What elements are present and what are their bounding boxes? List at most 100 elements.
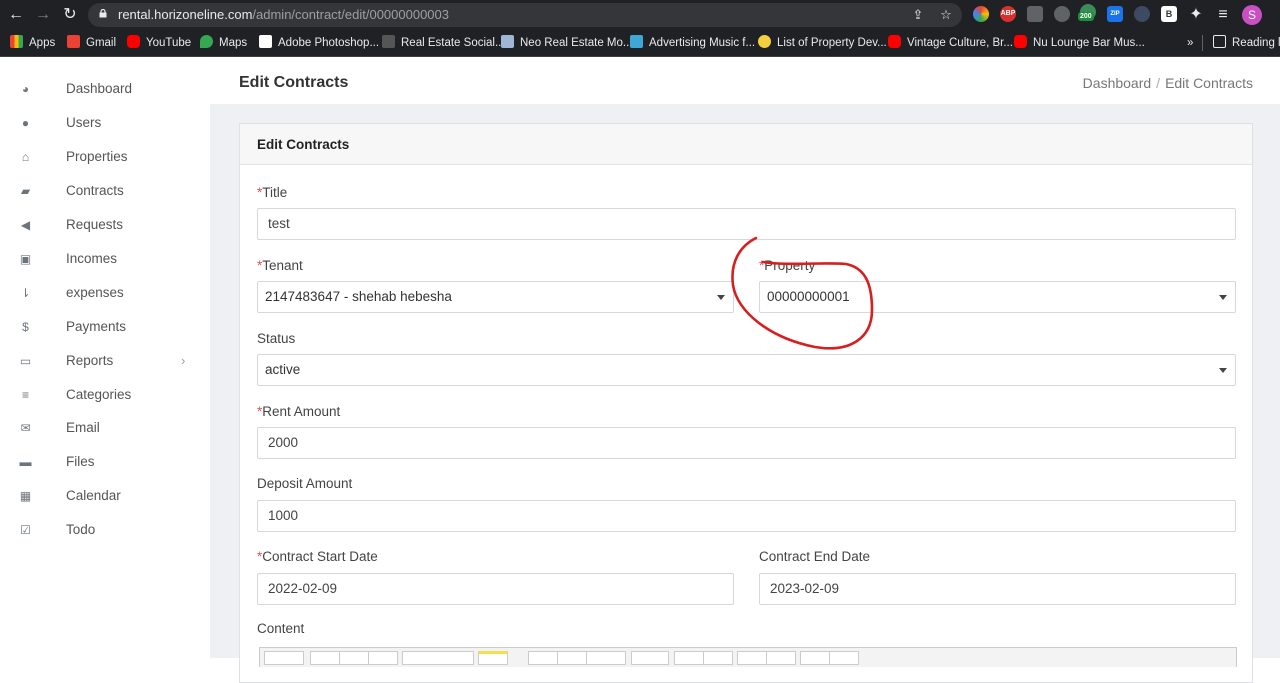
sidebar-item-todo[interactable]: ☑ Todo [0, 517, 210, 545]
book-icon: ▰ [20, 184, 31, 198]
sidebar-item-label: Categories [66, 387, 132, 402]
editor-button[interactable] [800, 651, 830, 665]
breadcrumb-dashboard-link[interactable]: Dashboard [1083, 75, 1152, 91]
reload-icon[interactable]: ↻ [60, 5, 80, 25]
folder-icon: ▬ [19, 455, 32, 469]
bookmark-vintage-culture[interactable]: Vintage Culture, Br... [888, 35, 1013, 51]
adblock-icon[interactable]: ABP [1000, 6, 1016, 22]
sort-list-icon: ⇂ [20, 286, 31, 300]
money-icon: ▣ [19, 252, 32, 266]
sidebar-item-label: Users [66, 115, 102, 130]
back-arrow-icon[interactable]: ← [6, 5, 26, 25]
bookmark-photoshop[interactable]: Adobe Photoshop... [259, 35, 379, 51]
property-label: *Property [759, 258, 815, 273]
caret-down-icon [1219, 368, 1227, 373]
sidebar-item-incomes[interactable]: ▣ Incomes [0, 246, 210, 274]
status-selected-value: active [265, 362, 301, 377]
page-header: Edit Contracts Dashboard / Edit Contracts [210, 57, 1280, 104]
sidebar-item-label: Payments [66, 319, 127, 334]
sidebar-item-users[interactable]: ● Users [0, 110, 210, 138]
breadcrumb-separator: / [1156, 75, 1161, 91]
editor-button[interactable] [528, 651, 558, 665]
editor-button[interactable] [703, 651, 733, 665]
editor-button[interactable] [737, 651, 767, 665]
lock-icon [99, 9, 107, 18]
zip-extension-icon[interactable]: ZIP [1107, 6, 1123, 22]
youtube-icon [127, 35, 140, 48]
address-bar[interactable]: rental.horizoneline.com/admin/contract/e… [88, 3, 962, 27]
deposit-amount-input[interactable]: 1000 [257, 500, 1236, 532]
sidebar-item-requests[interactable]: ◀ Requests [0, 212, 210, 240]
social-icon [382, 35, 395, 48]
sidebar-item-dashboard[interactable]: ◕ Dashboard [0, 76, 210, 104]
tenant-select[interactable]: 2147483647 - shehab hebesha [257, 281, 734, 313]
palette-icon: ◕ [21, 82, 30, 96]
profile-avatar[interactable]: S [1242, 5, 1262, 25]
cursor-extension-icon[interactable] [1134, 6, 1150, 22]
start-date-input[interactable]: 2022-02-09 [257, 573, 734, 605]
bookmark-nu-lounge[interactable]: Nu Lounge Bar Mus... [1014, 35, 1145, 51]
megaphone-icon: ◀ [20, 218, 31, 232]
sidebar-item-files[interactable]: ▬ Files [0, 449, 210, 477]
bookmarks-bar: Apps Gmail YouTube Maps Adobe Photoshop.… [0, 30, 1280, 57]
bookmark-apps[interactable]: Apps [10, 35, 55, 51]
forward-arrow-icon[interactable]: → [33, 5, 53, 25]
share-icon[interactable]: ⇪ [911, 8, 925, 22]
bookmark-property-dev[interactable]: List of Property Dev... [758, 35, 887, 51]
status-label: Status [257, 331, 296, 346]
main-content: Edit Contracts Dashboard / Edit Contracts … [210, 57, 1280, 683]
rent-amount-input[interactable]: 2000 [257, 427, 1236, 459]
sidebar-item-contracts[interactable]: ▰ Contracts [0, 178, 210, 206]
document-extension-icon[interactable] [1027, 6, 1043, 22]
bookmark-star-icon[interactable]: ☆ [939, 8, 953, 22]
editor-button[interactable] [829, 651, 859, 665]
bookmark-gmail[interactable]: Gmail [67, 35, 116, 51]
puzzle-extensions-icon[interactable]: ✦ [1186, 5, 1206, 25]
bookmark-neo-real-estate[interactable]: Neo Real Estate Mo... [501, 35, 633, 51]
status-select[interactable]: active [257, 354, 1236, 386]
sidebar-item-categories[interactable]: ≡ Categories [0, 382, 210, 410]
envelope-icon: ✉ [20, 421, 31, 435]
property-selected-value: 00000000001 [767, 289, 850, 304]
highlight-color-button[interactable] [478, 651, 508, 665]
sidebar-item-label: Todo [66, 522, 96, 537]
title-input[interactable]: test [257, 208, 1236, 240]
card-title: Edit Contracts [257, 137, 350, 152]
camera-icon[interactable] [1054, 6, 1070, 22]
sidebar-item-properties[interactable]: ⌂ Properties [0, 144, 210, 172]
bookmark-youtube[interactable]: YouTube [127, 35, 191, 51]
sidebar-item-reports[interactable]: ▭ Reports › [0, 348, 210, 376]
media-queue-icon[interactable]: ≡ [1213, 5, 1233, 25]
bookmark-maps[interactable]: Maps [200, 35, 247, 51]
page-title: Edit Contracts [239, 74, 349, 91]
sidebar-item-expenses[interactable]: ⇂ expenses [0, 280, 210, 308]
editor-font-dropdown[interactable] [402, 651, 474, 665]
reading-list[interactable]: Reading lis [1202, 35, 1280, 51]
caret-down-icon [717, 295, 725, 300]
bookmarks-more-chevron[interactable]: » [1187, 35, 1193, 51]
color-extension-icon[interactable] [973, 6, 989, 22]
bookmark-real-estate-social[interactable]: Real Estate Social... [382, 35, 505, 51]
caret-down-icon [1219, 295, 1227, 300]
sidebar-item-label: Properties [66, 149, 128, 164]
bookmark-advertising-music[interactable]: Advertising Music f... [630, 35, 755, 51]
rent-amount-label: *Rent Amount [257, 404, 340, 419]
editor-button[interactable] [264, 651, 304, 665]
editor-button[interactable] [368, 651, 398, 665]
end-date-input[interactable]: 2023-02-09 [759, 573, 1236, 605]
editor-button[interactable] [557, 651, 587, 665]
title-label-text: Title [262, 185, 288, 200]
sidebar-item-payments[interactable]: $ Payments [0, 314, 210, 342]
sidebar-item-calendar[interactable]: ▦ Calendar [0, 483, 210, 511]
b-extension-icon[interactable]: B [1161, 6, 1177, 22]
editor-button[interactable] [631, 651, 669, 665]
property-select[interactable]: 00000000001 [759, 281, 1236, 313]
editor-button[interactable] [586, 651, 626, 665]
sidebar-item-email[interactable]: ✉ Email [0, 415, 210, 443]
counter-extension-icon[interactable]: 200 [1078, 4, 1096, 21]
editor-button[interactable] [310, 651, 340, 665]
editor-button[interactable] [766, 651, 796, 665]
tenant-label-text: Tenant [262, 258, 303, 273]
editor-button[interactable] [339, 651, 369, 665]
editor-button[interactable] [674, 651, 704, 665]
